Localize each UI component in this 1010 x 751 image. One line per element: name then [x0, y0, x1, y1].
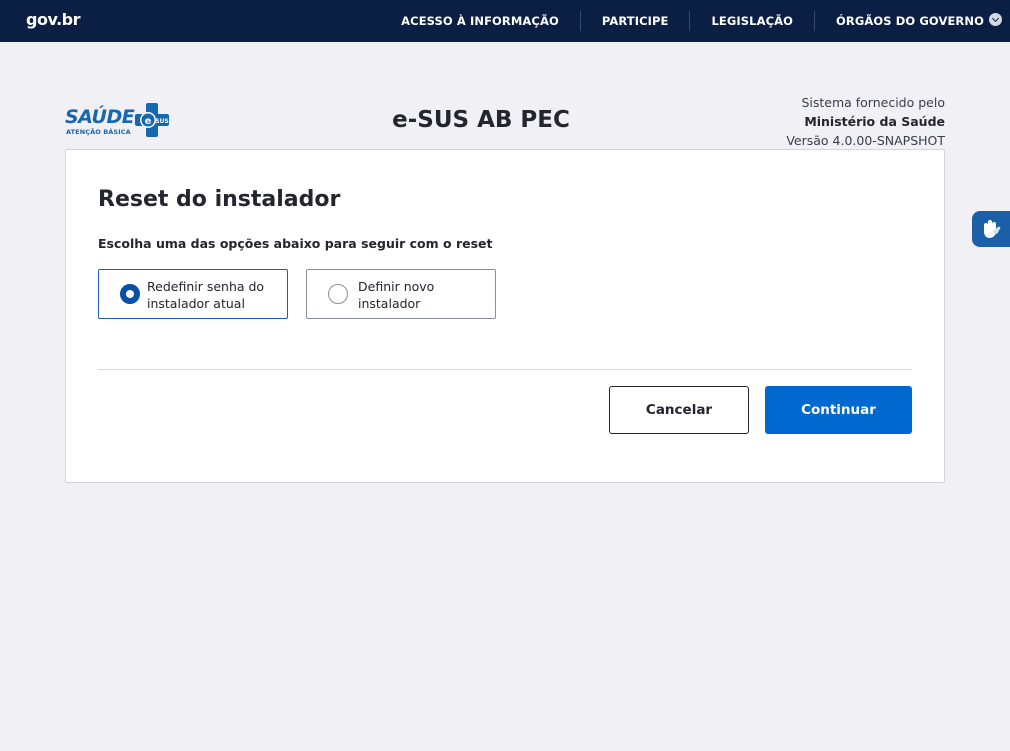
chevron-down-icon: [989, 13, 1002, 26]
radio-selected-icon[interactable]: [120, 284, 140, 304]
system-provided-by: Sistema fornecido pelo: [801, 95, 945, 110]
nav-orgaos-governo[interactable]: ÓRGÃOS DO GOVERNO: [814, 11, 1010, 31]
gov-br-logo[interactable]: gov.br: [26, 10, 81, 29]
system-ministry: Ministério da Saúde: [804, 114, 945, 129]
accessibility-widget[interactable]: [972, 211, 1010, 247]
system-info: Sistema fornecido pelo Ministério da Saú…: [786, 93, 945, 150]
system-version: Versão 4.0.00-SNAPSHOT: [786, 133, 945, 148]
sign-language-icon: [984, 220, 1001, 238]
nav-orgaos-governo-label: ÓRGÃOS DO GOVERNO: [836, 14, 984, 28]
option-reset-password-label: Redefinir senha do instalador atual: [147, 279, 265, 311]
option-new-installer-label: Definir novo instalador: [358, 279, 435, 311]
reset-installer-card: Reset do instalador Escolha uma das opçõ…: [65, 149, 945, 483]
option-reset-password[interactable]: Redefinir senha do instalador atual: [98, 269, 288, 319]
nav-acesso-informacao[interactable]: ACESSO À INFORMAÇÃO: [380, 11, 580, 31]
gov-top-bar: gov.br ACESSO À INFORMAÇÃO PARTICIPE LEG…: [0, 0, 1010, 42]
continue-button[interactable]: Continuar: [765, 386, 912, 434]
nav-participe[interactable]: PARTICIPE: [579, 11, 690, 31]
cancel-button[interactable]: Cancelar: [609, 386, 749, 434]
divider: [98, 369, 912, 370]
instruction-text: Escolha uma das opções abaixo para segui…: [98, 236, 493, 251]
nav-legislacao[interactable]: LEGISLAÇÃO: [689, 11, 814, 31]
gov-top-nav: ACESSO À INFORMAÇÃO PARTICIPE LEGISLAÇÃO…: [380, 0, 1010, 42]
radio-unselected-icon[interactable]: [328, 284, 348, 304]
page-title: Reset do instalador: [98, 187, 341, 212]
option-new-installer[interactable]: Definir novo instalador: [306, 269, 496, 319]
